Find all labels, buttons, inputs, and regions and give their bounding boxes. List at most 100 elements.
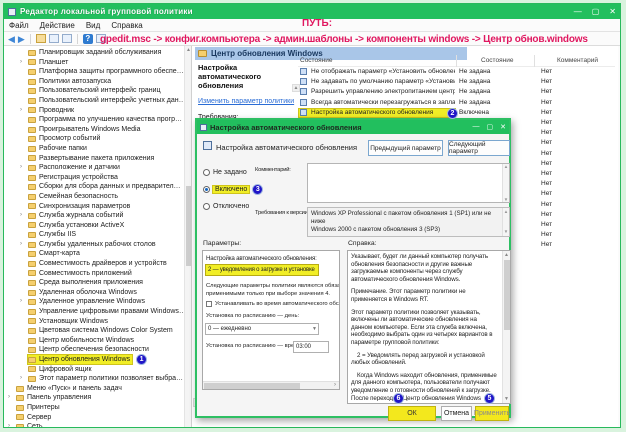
scrollbar-up-icon[interactable]: ▲ [503,251,510,259]
dialog-minimize-button[interactable]: — [473,123,480,131]
tree-item[interactable]: Центр обновления Windows 1 [4,354,191,366]
forward-icon[interactable]: ▶ [18,34,25,44]
dialog-close-button[interactable]: ✕ [500,123,506,131]
tree-scrollbar[interactable]: ▲ [184,46,191,427]
supported-scrollbar[interactable]: ▲ ▼ [502,208,509,236]
menu-item[interactable]: Справка [111,21,142,30]
scheduled-time-input[interactable]: 03:00 [293,341,329,353]
tree-item[interactable]: Рабочие папки [4,144,191,154]
tree-item[interactable]: › Службы удаленных рабочих столов [4,240,191,250]
expand-chevron-icon[interactable]: › [20,58,28,68]
tree-item[interactable]: › Планшет [4,58,191,68]
tree-item[interactable]: Управление цифровыми правами Windows… [4,307,191,317]
tree-item[interactable]: Смарт-карта [4,249,191,259]
tree-item[interactable]: Политики автозапуска [4,77,191,87]
policy-row[interactable]: Не отображать параметр «Установить обнов… [298,67,615,77]
previous-setting-button[interactable]: Предыдущий параметр [368,140,443,156]
back-icon[interactable]: ◀ [8,34,15,44]
tree-item[interactable]: Удаленная оболочка Windows [4,288,191,298]
expand-chevron-icon[interactable]: › [20,211,28,221]
tree-item[interactable]: Пользовательский интерфейс границ [4,86,191,96]
tree-item[interactable]: Семейная безопасность [4,192,191,202]
menu-item[interactable]: Вид [86,21,100,30]
minimize-button[interactable]: — [574,4,582,19]
tree-item[interactable]: Пользовательский интерфейс учетных дан… [4,96,191,106]
tree-item[interactable]: Центр обеспечения безопасности [4,345,191,355]
tree-item[interactable]: Сборки для сбора данных и предварител… [4,182,191,192]
document-icon[interactable] [61,34,72,43]
tree-item[interactable]: › Этот параметр политики позволяет выбра… [4,374,191,384]
tree-item[interactable]: Синхронизация параметров [4,202,191,212]
expand-chevron-icon[interactable]: › [20,163,28,173]
column-header-setting[interactable]: Состояние [298,55,456,67]
tree-item[interactable]: › Проводник [4,106,191,116]
configure-updates-dropdown[interactable]: 2 — уведомления о загрузке и установке [205,264,319,276]
policy-row[interactable]: Не задавать по умолчанию параметр «Устан… [298,77,615,87]
tree-item[interactable]: › Служба журнала событий [4,211,191,221]
export-list-icon[interactable] [35,34,46,43]
tree-item[interactable]: Цветовая система Windows Color System [4,326,191,336]
comment-textarea[interactable]: ▲ ▼ [307,163,510,203]
tree-item[interactable]: Планировщик заданий обслуживания [4,48,191,58]
tree-item[interactable]: Цифровой ящик [4,365,191,375]
scheduled-day-dropdown[interactable]: 0 — ежедневно ▼ [205,323,319,335]
radio-icon[interactable] [203,185,210,193]
policy-row[interactable]: Разрешить управлению электропитанием цен… [298,87,615,97]
next-setting-button[interactable]: Следующий параметр [448,140,510,156]
tree-item[interactable]: › Удаленное управление Windows [4,297,191,307]
expand-chevron-icon[interactable]: › [20,374,28,384]
tree-item[interactable]: › Сеть [4,422,191,427]
tree-item[interactable]: Сервер [4,413,191,423]
tree-item[interactable]: Установщик Windows [4,317,191,327]
radio-icon[interactable] [203,202,210,210]
tree-item[interactable]: Платформа защиты программного обеспе… [4,67,191,77]
radio-enabled[interactable]: Включено 3 [203,183,264,195]
tree-item[interactable]: Среда выполнения приложения [4,278,191,288]
expand-chevron-icon[interactable]: › [20,240,28,250]
radio-icon[interactable] [203,168,210,176]
dialog-maximize-button[interactable]: ▢ [487,123,494,131]
expand-chevron-icon[interactable]: › [8,422,16,427]
scroll-right-icon[interactable]: › [331,382,339,389]
expand-chevron-icon[interactable]: › [20,297,28,307]
tree-item[interactable]: Проигрыватель Windows Media [4,125,191,135]
tree-item[interactable]: Программа по улучшению качества прогр… [4,115,191,125]
scrollbar-down-icon[interactable]: ▼ [503,395,510,403]
apply-button[interactable]: Применить [474,406,510,421]
menu-item[interactable]: Действие [40,21,75,30]
scrollbar-thumb[interactable] [204,383,300,389]
help-scrollbar[interactable]: ▲ ▼ [502,251,510,403]
expand-chevron-icon[interactable]: › [20,106,28,116]
policy-row[interactable]: Настройка автоматического обновления Вклю… [298,107,615,119]
tree-item[interactable]: Службы IIS [4,230,191,240]
radio-disabled[interactable]: Отключено [203,200,249,212]
column-header-state[interactable]: Состояние [456,55,534,67]
tree-item[interactable]: Служба установки ActiveX [4,221,191,231]
scrollbar-thumb[interactable] [504,260,510,330]
ok-button[interactable]: ОК [388,406,436,421]
tree-item[interactable]: Меню «Пуск» и панель задач [4,384,191,394]
install-during-maintenance-row[interactable]: Устанавливать во время автоматического о… [206,301,339,307]
help-icon[interactable]: ? [82,33,93,44]
checkbox-icon[interactable] [206,301,212,307]
window-view-icon[interactable] [48,34,59,43]
close-button[interactable]: ✕ [609,4,616,19]
comment-scrollbar[interactable]: ▲ ▼ [502,164,509,202]
tree-item[interactable]: Просмотр событий [4,134,191,144]
menu-item[interactable]: Файл [9,21,29,30]
tree-item[interactable]: Принтеры [4,403,191,413]
tree-item[interactable]: Совместимость драйверов и устройств [4,259,191,269]
options-hscrollbar[interactable]: › [203,381,339,389]
tree-item[interactable]: Регистрация устройства [4,173,191,183]
tree-item[interactable]: › Панель управления [4,393,191,403]
maximize-button[interactable]: ▢ [592,4,600,19]
tree-item[interactable]: Центр мобильности Windows [4,336,191,346]
tree-item[interactable]: Развертывание пакета приложения [4,154,191,164]
radio-not-configured[interactable]: Не задано [203,166,247,178]
scrollbar-up-icon[interactable]: ▲ [185,46,191,54]
expand-chevron-icon[interactable]: › [8,393,16,403]
policy-row[interactable]: Всегда автоматически перезагружаться в з… [298,98,615,108]
edit-policy-link[interactable]: Изменить параметр политики [198,98,294,105]
tree-item[interactable]: Совместимость приложений [4,269,191,279]
column-header-comment[interactable]: Комментарий [534,55,620,67]
